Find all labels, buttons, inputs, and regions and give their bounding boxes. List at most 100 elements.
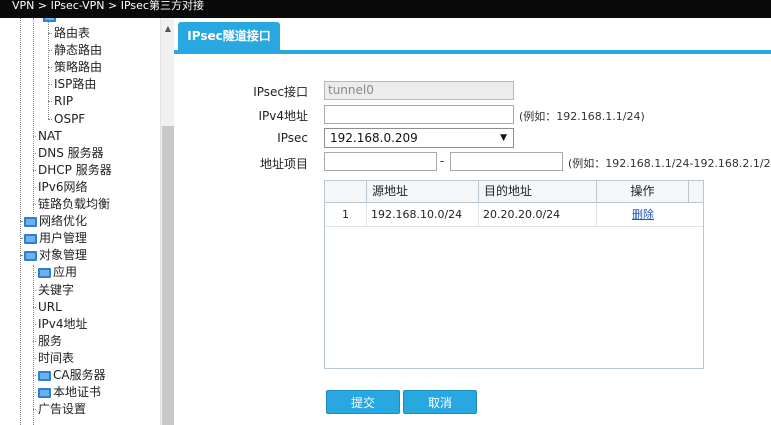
sidebar-item[interactable]: URL [38,299,62,316]
tree-connector [33,289,36,291]
tree-connector [33,169,36,171]
sidebar-item-label: CA服务器 [53,368,106,382]
row-index: 1 [325,203,367,226]
sidebar-item-label: 用户管理 [39,231,88,246]
tree-connector [33,409,36,411]
ipsec-select[interactable]: 192.168.0.209 ▼ [324,128,514,148]
sidebar-item-label: 对象管理 [39,248,88,263]
header-source-address: 源地址 [367,181,479,202]
sidebar-item[interactable]: 静态路由 [54,42,102,59]
tab-underline [174,50,771,54]
cancel-button[interactable]: 取消 [403,390,477,414]
tree-connector [20,221,22,223]
folder-icon [38,388,51,399]
sidebar-item[interactable]: 广告设置 [38,401,86,418]
delete-link[interactable]: 删除 [632,208,654,221]
sidebar-item[interactable]: 策略路由 [54,59,102,76]
ipv4-address-hint: (例如：192.168.1.1/24) [519,110,645,123]
address-to-input[interactable] [450,152,563,171]
dropdown-arrow-icon: ▼ [500,133,507,143]
sidebar-item[interactable]: RIP [54,93,73,110]
tree-connector [48,84,52,86]
sidebar-item-label: 策略路由 [54,60,103,75]
sidebar-item[interactable]: DHCP 服务器 [38,162,112,179]
tree-connector [33,152,36,154]
sidebar-item[interactable]: 路由表 [54,25,90,42]
folder-icon [43,18,56,22]
tree-connector [33,392,36,394]
table-header: 源地址 目的地址 操作 [325,181,703,203]
tree-connector [20,255,22,257]
sidebar-item-label: IPv4地址 [38,316,88,331]
address-item-hint: (例如：192.168.1.1/24-192.168.2.1/24) [568,157,771,170]
ipsec-interface-field: tunnel0 [324,81,514,100]
sidebar-item[interactable]: DNS 服务器 [38,145,104,162]
header-index [325,181,367,202]
sidebar-item-label: URL [38,299,62,314]
sidebar-item[interactable]: 用户管理 [39,230,87,247]
tree-connector [48,67,52,69]
sidebar-item-label: IPv6网络 [38,179,88,194]
address-range-dash: - [440,154,445,168]
sidebar-item[interactable]: 时间表 [38,350,74,367]
breadcrumb-bar: VPN > IPsec-VPN > IPsec第三方对接 [0,0,771,18]
sidebar-item-label: DNS 服务器 [38,145,104,160]
sidebar-item[interactable]: 本地证书 [53,384,101,401]
tree-connector [48,33,52,34]
sidebar-item-label: 应用 [53,265,78,280]
folder-icon [38,371,51,381]
sidebar-item-label: 服务 [38,333,63,348]
sidebar-item-label: NAT [38,128,62,143]
tree-connector [33,357,36,359]
folder-icon [24,251,37,262]
tree-connector [20,238,22,240]
tree-connector [33,306,36,308]
ipsec-select-value: 192.168.0.209 [330,131,418,145]
sidebar-item-label: 本地证书 [53,385,102,400]
tree-connector [48,118,52,120]
sidebar-item[interactable]: 服务 [38,333,62,350]
sidebar-item-label: 时间表 [38,350,75,365]
sidebar-item-label: 静态路由 [54,43,103,58]
tree-connector [33,135,36,137]
sidebar-item[interactable]: 对象管理 [39,247,87,264]
sidebar-item-label: OSPF [54,111,86,126]
sidebar-item-label: ISP路由 [54,77,97,92]
sidebar-item[interactable]: 链路负载均衡 [38,196,110,213]
sidebar-item[interactable]: 关键字 [38,282,74,299]
tree-connector [33,375,36,376]
sidebar-item[interactable]: 网络优化 [39,213,87,230]
scroll-up-arrow-icon[interactable]: ▲ [161,24,175,33]
sidebar-item[interactable]: IPv6网络 [38,179,88,196]
ipv4-address-label: IPv4地址 [258,109,308,123]
breadcrumb: VPN > IPsec-VPN > IPsec第三方对接 [12,0,204,12]
ipv4-address-input[interactable] [324,105,514,124]
sidebar-item-label: RIP [54,94,74,109]
submit-button[interactable]: 提交 [326,390,400,414]
tree-line [33,18,34,214]
sidebar-item-label: 链路负载均衡 [38,197,111,211]
address-table: 源地址 目的地址 操作 1 192.168.10.0/24 20.20.20.0… [324,180,704,369]
folder-icon [24,234,37,245]
sidebar-item-label: 关键字 [38,282,75,297]
folder-icon [24,217,37,228]
sidebar-item-label: 广告设置 [38,402,87,417]
ipsec-label: IPsec [277,131,308,145]
sidebar-item-label: 路由表 [54,26,91,40]
main-panel: IPsec隧道接口 IPsec接口 tunnel0 IPv4地址 (例如：192… [174,18,771,425]
tree-connector [48,101,52,103]
sidebar-scrollbar[interactable]: ▲ [160,18,174,425]
row-action-cell: 删除 [597,203,689,226]
sidebar-item[interactable]: ISP路由 [54,76,96,93]
address-from-input[interactable] [324,152,437,171]
sidebar-item[interactable]: 应用 [53,264,77,281]
folder-icon [38,268,51,279]
sidebar-item[interactable]: OSPF [54,111,85,128]
tree-connector [33,340,36,342]
tab-ipsec-tunnel-interface[interactable]: IPsec隧道接口 [178,22,280,50]
table-row: 1 192.168.10.0/24 20.20.20.0/24 删除 [325,203,703,227]
sidebar-item[interactable]: CA服务器 [53,367,106,384]
sidebar-item[interactable]: NAT [38,128,62,145]
sidebar-item[interactable]: IPv4地址 [38,316,88,333]
sidebar-item-label: DHCP 服务器 [38,162,112,177]
